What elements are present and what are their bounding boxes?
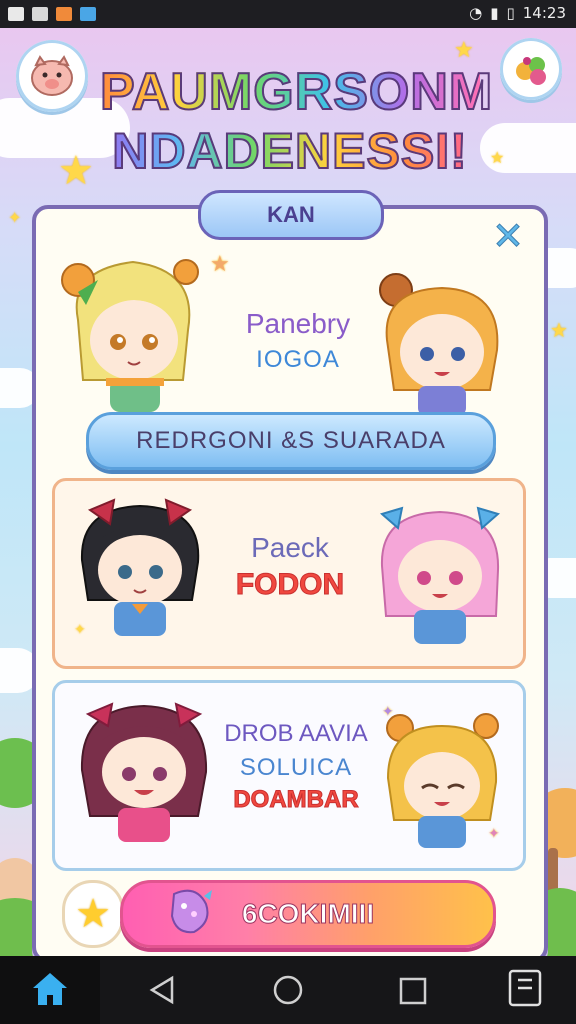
- app-icon: [56, 7, 72, 21]
- wifi-icon: ◔: [469, 4, 483, 22]
- chibi-maroon-hair-icon: [80, 702, 208, 842]
- signal-icon: ▮: [490, 4, 499, 22]
- card-2-line1: Paeck: [251, 532, 329, 563]
- back-icon[interactable]: [148, 974, 176, 1006]
- chibi-black-hair-icon: [80, 498, 200, 636]
- battery-icon: ▯: [506, 4, 515, 22]
- clock: 14:23: [522, 4, 566, 22]
- card-1-button[interactable]: REDRGONI &S SUARADA: [86, 412, 496, 470]
- card-3-line1: DROB AAVIA: [224, 720, 368, 747]
- candy-icon: [170, 889, 212, 934]
- card-1-line1: Panebry: [245, 308, 351, 339]
- card-2-line2: FODON: [235, 568, 345, 602]
- gallery-icon: [8, 7, 24, 21]
- status-bar: ◔ ▮ ▯ 14:23: [0, 0, 576, 28]
- card-1-line2: IOGOA: [256, 346, 340, 373]
- game-title-line1: PAUMGRSONM: [99, 62, 494, 122]
- chibi-blonde-icon: [61, 259, 199, 412]
- apps-icon[interactable]: [506, 968, 546, 1010]
- chart-icon: [32, 7, 48, 21]
- recents-icon[interactable]: [398, 976, 428, 1006]
- profile-button[interactable]: [16, 40, 88, 112]
- chibi-orange-icon: [379, 273, 499, 416]
- panel-tab[interactable]: KAN: [198, 190, 384, 240]
- game-title-line2: NDADENESSI!: [100, 122, 480, 180]
- app-icon: [80, 7, 96, 21]
- shop-button[interactable]: [500, 38, 562, 100]
- home-circle-icon[interactable]: [272, 974, 304, 1006]
- card-3-line3: DOAMBAR: [233, 786, 359, 814]
- fruits-icon: [516, 57, 546, 85]
- home-icon[interactable]: [30, 970, 70, 1008]
- star-button[interactable]: ★: [62, 880, 124, 948]
- pig-avatar-icon: [31, 55, 73, 96]
- chibi-yellow-hair-icon: [386, 713, 499, 848]
- chibi-pink-hair-icon: [379, 506, 501, 644]
- card-3-line2: SOLUICA: [239, 754, 353, 781]
